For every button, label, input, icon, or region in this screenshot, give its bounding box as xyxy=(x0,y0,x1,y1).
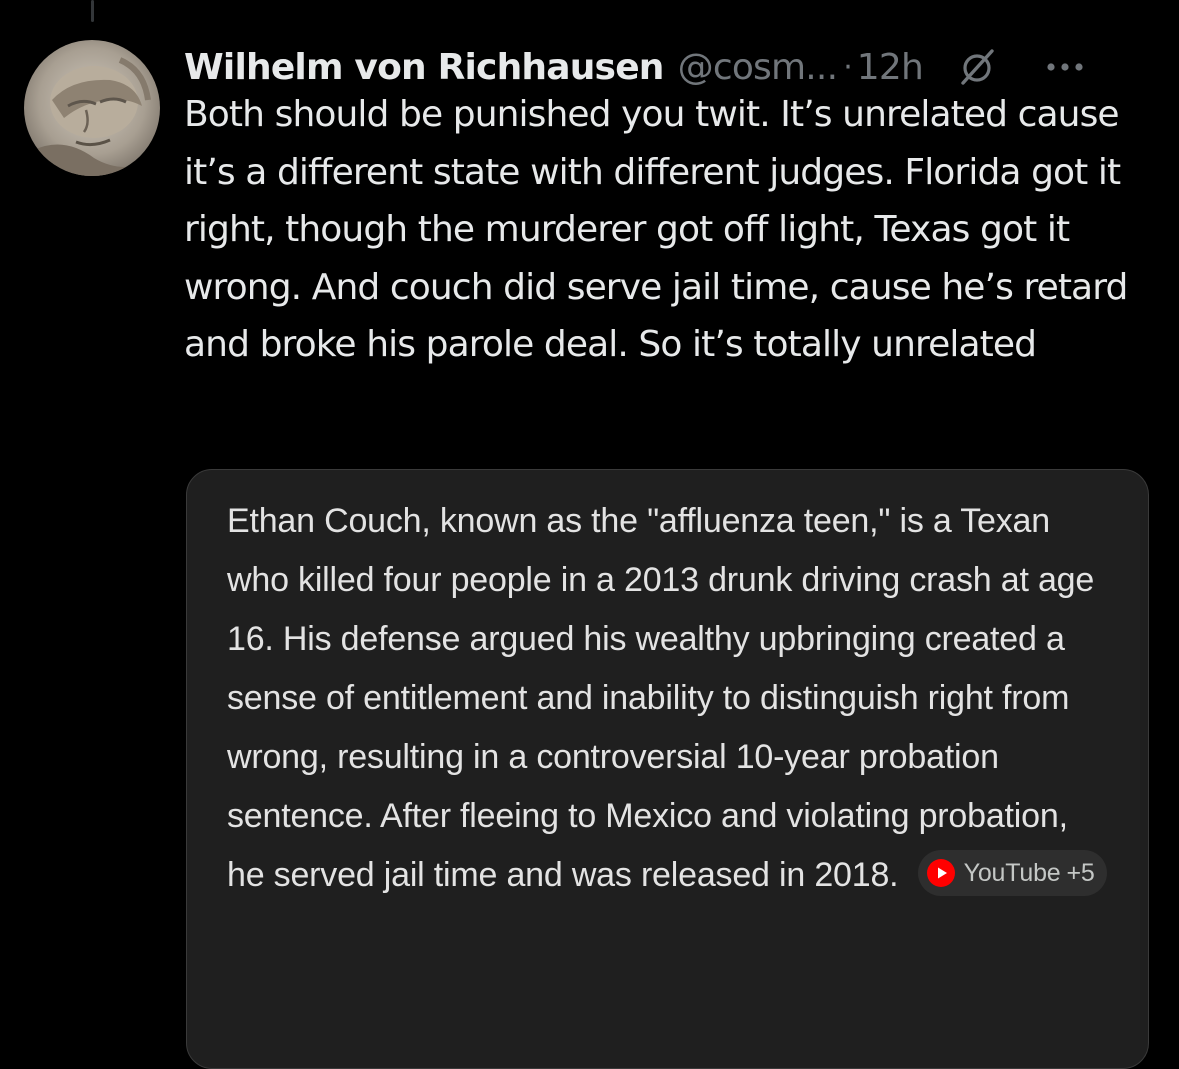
quoted-image-card[interactable]: Ethan Couch, known as the "affluenza tee… xyxy=(186,469,1149,1069)
source-more-count: +5 xyxy=(1066,858,1095,887)
source-label: YouTube xyxy=(963,858,1061,887)
tweet: Wilhelm von Richhausen @cosm... · 12h Bo… xyxy=(184,36,1159,374)
author-handle[interactable]: @cosm... xyxy=(678,47,838,88)
avatar[interactable] xyxy=(24,40,160,176)
quoted-text: Ethan Couch, known as the "affluenza tee… xyxy=(227,492,1108,905)
grok-icon[interactable] xyxy=(957,47,997,87)
header-separator: · xyxy=(843,49,853,85)
more-dots-icon[interactable] xyxy=(1045,61,1085,73)
quoted-text-body: Ethan Couch, known as the "affluenza tee… xyxy=(227,502,1095,894)
avatar-image xyxy=(24,40,160,176)
author-name[interactable]: Wilhelm von Richhausen xyxy=(184,47,664,88)
youtube-icon xyxy=(926,858,956,888)
thread-connector-line xyxy=(91,0,94,22)
tweet-text: Both should be punished you twit. It’s u… xyxy=(184,94,1128,365)
source-chip[interactable]: YouTube +5 xyxy=(917,850,1107,897)
tweet-timestamp[interactable]: 12h xyxy=(857,47,924,88)
